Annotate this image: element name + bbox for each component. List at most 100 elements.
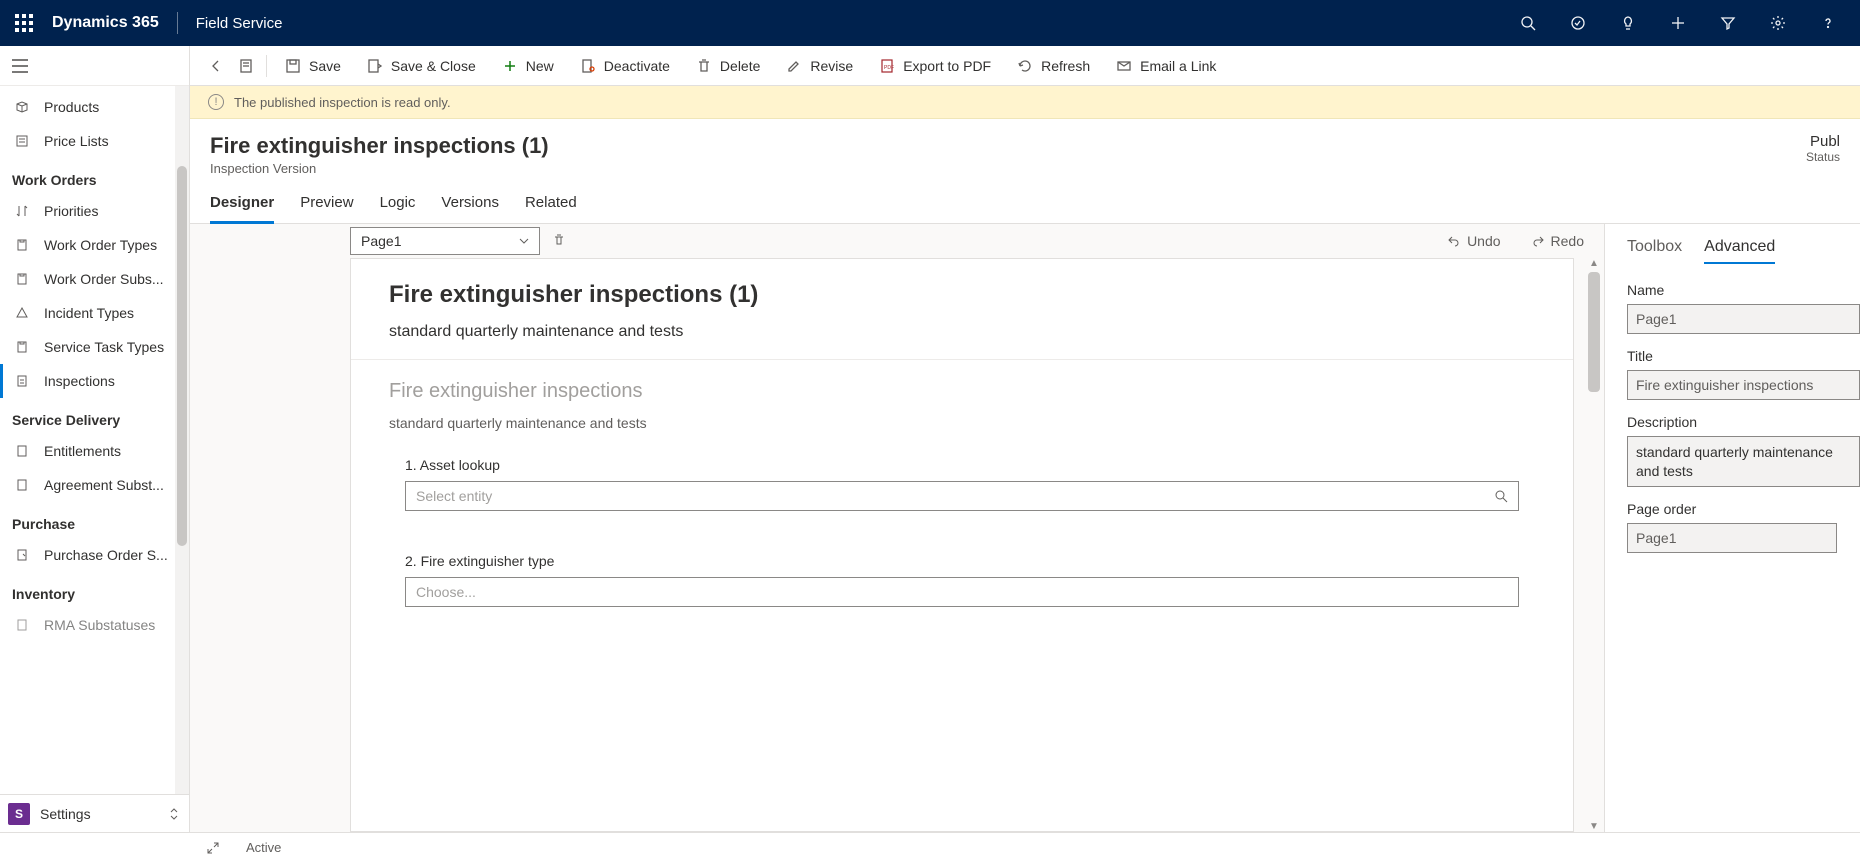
sidebar-item-label: Entitlements [44, 443, 121, 459]
tab-related[interactable]: Related [525, 194, 577, 223]
ptab-advanced[interactable]: Advanced [1704, 238, 1775, 264]
page-selector[interactable]: Page1 [350, 227, 540, 255]
chevron-updown-icon [169, 807, 179, 821]
tab-versions[interactable]: Versions [441, 194, 499, 223]
prop-name-label: Name [1627, 282, 1860, 298]
sidebar-item-entitlements[interactable]: Entitlements [0, 434, 189, 468]
app-launcher-icon[interactable] [8, 7, 40, 39]
hamburger-button[interactable] [0, 46, 189, 86]
tab-preview[interactable]: Preview [300, 194, 353, 223]
sidebar-item-priorities[interactable]: Priorities [0, 194, 189, 228]
tab-designer[interactable]: Designer [210, 194, 274, 224]
delete-page-button[interactable] [552, 233, 566, 250]
sidebar-item-label: Purchase Order S... [44, 547, 168, 563]
sidebar-item-po[interactable]: Purchase Order S... [0, 538, 189, 572]
question-label: 1. Asset lookup [405, 457, 1519, 473]
save-button[interactable]: Save [273, 50, 353, 82]
document-icon [14, 477, 30, 493]
save-close-button[interactable]: Save & Close [355, 50, 488, 82]
prop-name-input[interactable]: Page1 [1627, 304, 1860, 334]
canvas-scrollbar[interactable]: ▲ ▼ [1588, 258, 1600, 832]
designer-pane: Page1 Undo Redo Fire extinguisher inspec… [190, 224, 1605, 832]
sidebar-item-label: Inspections [44, 373, 115, 389]
record-title: Fire extinguisher inspections (1) [210, 133, 1806, 159]
canvas-desc: standard quarterly maintenance and tests [389, 323, 1535, 341]
redo-button[interactable]: Redo [1531, 233, 1584, 249]
warning-icon [14, 305, 30, 321]
status-value: Active [246, 840, 281, 855]
sidebar-group-inventory: Inventory [0, 572, 189, 608]
designer-toolbar: Page1 Undo Redo [190, 224, 1604, 258]
prop-pageorder-input[interactable]: Page1 [1627, 523, 1837, 553]
prop-title-label: Title [1627, 348, 1860, 364]
global-header: Dynamics 365 Field Service [0, 0, 1860, 46]
email-link-button[interactable]: Email a Link [1104, 50, 1228, 82]
sidebar-item-rma[interactable]: RMA Substatuses [0, 608, 189, 642]
question-label: 2. Fire extinguisher type [405, 553, 1519, 569]
sidebar-item-label: Price Lists [44, 133, 109, 149]
question-extinguisher-type[interactable]: 2. Fire extinguisher type Choose... [405, 553, 1519, 607]
sidebar-item-label: Work Order Subs... [44, 271, 164, 287]
area-badge: S [8, 803, 30, 825]
sidebar-item-agreement-subst[interactable]: Agreement Subst... [0, 468, 189, 502]
clipboard-icon [14, 271, 30, 287]
sidebar-item-service-task-types[interactable]: Service Task Types [0, 330, 189, 364]
record-subtitle: Inspection Version [210, 161, 1806, 176]
info-icon: ! [208, 94, 224, 110]
area-switcher[interactable]: S Settings [0, 794, 189, 832]
filter-icon[interactable] [1718, 13, 1738, 33]
question-asset-lookup[interactable]: 1. Asset lookup Select entity [405, 457, 1519, 511]
form-tabs: Designer Preview Logic Versions Related [190, 176, 1860, 224]
status-label: Status [1806, 150, 1840, 164]
readonly-banner: ! The published inspection is read only. [190, 86, 1860, 119]
sidebar-item-products[interactable]: Products [0, 90, 189, 124]
header-actions [1518, 13, 1838, 33]
plus-icon[interactable] [1668, 13, 1688, 33]
entity-lookup-input[interactable]: Select entity [405, 481, 1519, 511]
reading-pane-button[interactable] [232, 50, 260, 82]
properties-pane: Toolbox Advanced Name Page1 Title Fire e… [1605, 224, 1860, 832]
sidebar-item-incident-types[interactable]: Incident Types [0, 296, 189, 330]
revise-button[interactable]: Revise [774, 50, 865, 82]
sidebar-item-label: Work Order Types [44, 237, 157, 253]
lightbulb-icon[interactable] [1618, 13, 1638, 33]
refresh-button[interactable]: Refresh [1005, 50, 1102, 82]
document-icon [14, 617, 30, 633]
cart-icon [14, 547, 30, 563]
back-button[interactable] [202, 50, 230, 82]
gear-icon[interactable] [1768, 13, 1788, 33]
record-header: Fire extinguisher inspections (1) Inspec… [190, 119, 1860, 176]
document-icon [14, 443, 30, 459]
prop-desc-label: Description [1627, 414, 1860, 430]
deactivate-button[interactable]: Deactivate [568, 50, 682, 82]
undo-button[interactable]: Undo [1447, 233, 1500, 249]
sidebar-item-label: Service Task Types [44, 339, 164, 355]
designer-canvas[interactable]: Fire extinguisher inspections (1) standa… [350, 258, 1574, 832]
task-icon[interactable] [1568, 13, 1588, 33]
new-button[interactable]: New [490, 50, 566, 82]
sidebar-scrollbar[interactable] [175, 86, 189, 794]
sidebar-item-price-lists[interactable]: Price Lists [0, 124, 189, 158]
prop-title-input[interactable]: Fire extinguisher inspections [1627, 370, 1860, 400]
sidebar-item-inspections[interactable]: Inspections [0, 364, 189, 398]
list-icon [14, 133, 30, 149]
ptab-toolbox[interactable]: Toolbox [1627, 238, 1682, 264]
expand-icon[interactable] [206, 841, 220, 855]
help-icon[interactable] [1818, 13, 1838, 33]
search-icon[interactable] [1518, 13, 1538, 33]
tab-logic[interactable]: Logic [380, 194, 416, 223]
delete-button[interactable]: Delete [684, 50, 772, 82]
sidebar-item-label: Priorities [44, 203, 98, 219]
sidebar-item-wo-subs[interactable]: Work Order Subs... [0, 262, 189, 296]
prop-desc-input[interactable]: standard quarterly maintenance and tests [1627, 436, 1860, 486]
svg-text:PDF: PDF [884, 65, 894, 71]
choice-input[interactable]: Choose... [405, 577, 1519, 607]
brand-label: Dynamics 365 [52, 14, 159, 32]
export-pdf-button[interactable]: PDFExport to PDF [867, 50, 1003, 82]
area-label: Settings [40, 806, 159, 822]
sidebar-item-wo-types[interactable]: Work Order Types [0, 228, 189, 262]
canvas-title: Fire extinguisher inspections (1) [389, 281, 1535, 309]
status-value: Publ [1806, 133, 1840, 150]
clipboard-icon [14, 373, 30, 389]
prop-pageorder-label: Page order [1627, 501, 1860, 517]
